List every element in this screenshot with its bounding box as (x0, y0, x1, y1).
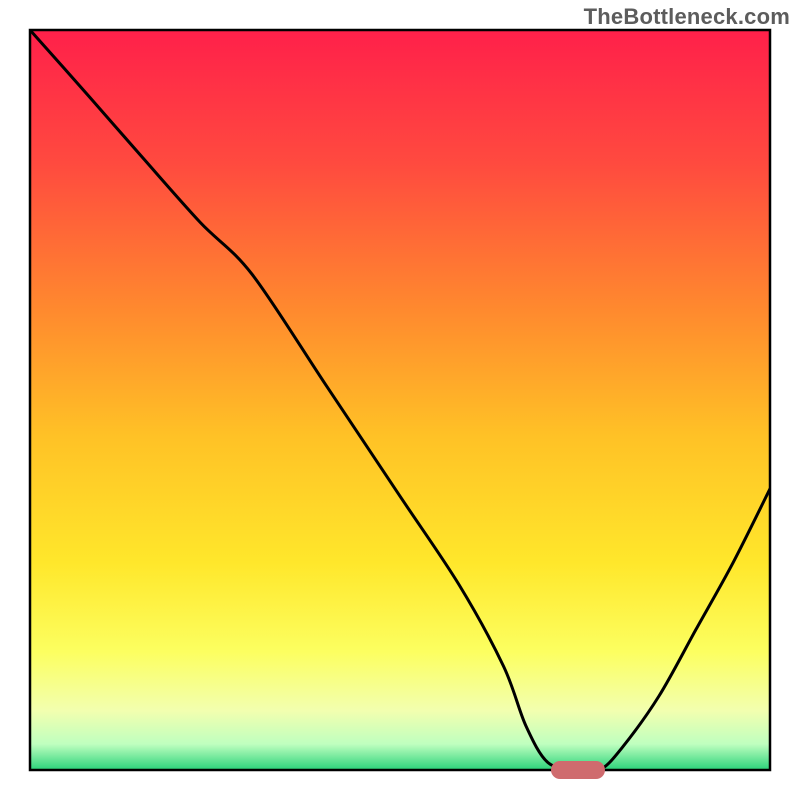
chart-stage: TheBottleneck.com (0, 0, 800, 800)
chart-svg (0, 0, 800, 800)
optimal-marker (551, 761, 605, 779)
watermark-text: TheBottleneck.com (584, 4, 790, 30)
gradient-background (30, 30, 770, 770)
